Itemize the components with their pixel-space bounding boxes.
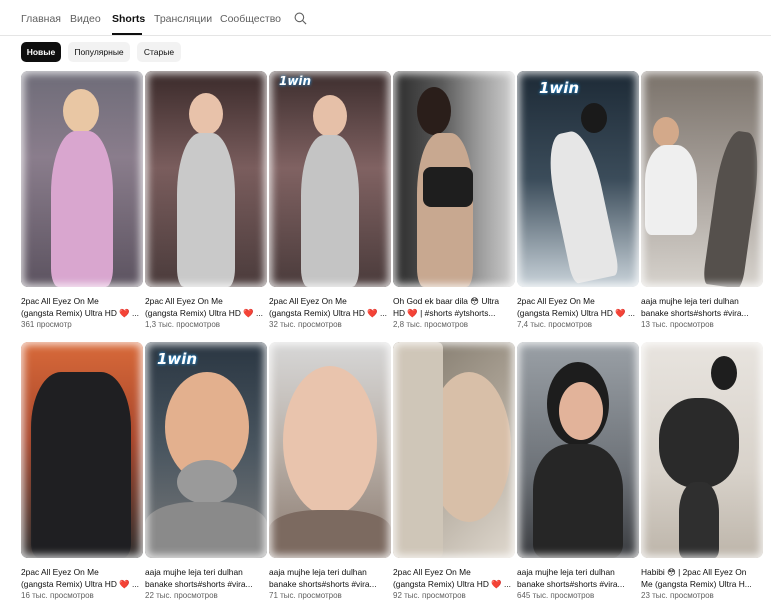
short-views: 1,3 тыс. просмотров <box>145 320 221 329</box>
short-thumbnail[interactable] <box>393 71 515 287</box>
short-title[interactable]: 2pac All Eyez On Me (gangsta Remix) Ultra… <box>517 295 639 319</box>
short-thumbnail[interactable] <box>145 71 267 287</box>
thumbnail-figure <box>559 382 603 440</box>
short-views: 2,8 тыс. просмотров <box>393 320 469 329</box>
short-thumbnail[interactable] <box>517 342 639 558</box>
thumbnail-figure <box>711 356 737 390</box>
short-title[interactable]: Habibi 😳 | 2pac All Eyez On Me (gangsta R… <box>641 566 763 590</box>
chip-newest[interactable]: Новые <box>21 42 61 62</box>
short-thumbnail[interactable]: 1win <box>269 71 391 287</box>
thumbnail-figure <box>417 133 473 287</box>
channel-tabs: Главная Видео Shorts Трансляции Сообщест… <box>0 0 771 36</box>
thumbnail-figure <box>165 372 249 482</box>
thumbnail-figure <box>645 145 697 235</box>
short-title[interactable]: 2pac All Eyez On Me (gangsta Remix) Ultra… <box>269 295 391 319</box>
short-views: 23 тыс. просмотров <box>641 591 714 600</box>
thumbnail-figure <box>51 131 113 287</box>
thumbnail-figure <box>679 482 719 558</box>
thumbnail-figure <box>427 372 511 522</box>
short-thumbnail[interactable] <box>641 342 763 558</box>
tab-videos[interactable]: Видео <box>70 13 101 25</box>
thumbnail-figure <box>541 127 621 285</box>
short-views: 13 тыс. просмотров <box>641 320 714 329</box>
active-tab-indicator <box>112 33 142 35</box>
thumbnail-figure <box>533 444 623 558</box>
short-views: 92 тыс. просмотров <box>393 591 466 600</box>
thumbnail-figure <box>301 135 359 287</box>
short-views: 22 тыс. просмотров <box>145 591 218 600</box>
short-thumbnail[interactable] <box>641 71 763 287</box>
thumbnail-figure <box>547 362 609 446</box>
thumbnail-figure <box>659 398 739 488</box>
thumbnail-figure <box>31 372 131 558</box>
short-title[interactable]: 2pac All Eyez On Me (gangsta Remix) Ultra… <box>21 566 143 590</box>
thumbnail-figure <box>653 117 679 147</box>
brand-logo: 1win <box>279 74 312 88</box>
tab-live[interactable]: Трансляции <box>154 13 212 25</box>
short-views: 32 тыс. просмотров <box>269 320 342 329</box>
short-title[interactable]: 2pac All Eyez On Me (gangsta Remix) Ultra… <box>393 566 515 590</box>
brand-logo: 1win <box>539 79 580 97</box>
short-thumbnail[interactable]: 1win <box>145 342 267 558</box>
short-thumbnail[interactable] <box>393 342 515 558</box>
short-title[interactable]: 2pac All Eyez On Me (gangsta Remix) Ultra… <box>145 295 267 319</box>
tab-shorts[interactable]: Shorts <box>112 13 145 25</box>
short-title[interactable]: aaja mujhe leja teri dulhan banake shorts… <box>641 295 763 319</box>
short-views: 7,4 тыс. просмотров <box>517 320 593 329</box>
thumbnail-figure <box>283 366 377 516</box>
short-views: 16 тыс. просмотров <box>21 591 94 600</box>
search-icon[interactable] <box>294 12 307 25</box>
thumbnail-figure <box>313 95 347 137</box>
short-title[interactable]: aaja mujhe leja teri dulhan banake shorts… <box>269 566 391 590</box>
thumbnail-figure <box>423 167 473 207</box>
thumbnail-figure <box>702 128 763 287</box>
tab-home[interactable]: Главная <box>21 13 61 25</box>
thumbnail-figure <box>393 342 443 558</box>
short-title[interactable]: aaja mujhe leja teri dulhan banake shorts… <box>145 566 267 590</box>
short-thumbnail[interactable]: 1win <box>517 71 639 287</box>
short-thumbnail[interactable] <box>21 71 143 287</box>
thumbnail-figure <box>145 502 267 558</box>
brand-logo: 1win <box>157 350 198 368</box>
thumbnail-figure <box>177 133 235 287</box>
thumbnail-figure <box>581 103 607 133</box>
short-title[interactable]: 2pac All Eyez On Me (gangsta Remix) Ultra… <box>21 295 143 319</box>
short-views: 645 тыс. просмотров <box>517 591 595 600</box>
chip-popular[interactable]: Популярные <box>68 42 130 62</box>
tab-community[interactable]: Сообщество <box>220 13 281 25</box>
chip-oldest[interactable]: Старые <box>137 42 181 62</box>
thumbnail-figure <box>177 460 237 504</box>
thumbnail-figure <box>269 510 391 558</box>
short-views: 71 тыс. просмотров <box>269 591 342 600</box>
short-views: 361 просмотр <box>21 320 72 329</box>
thumbnail-figure <box>417 87 451 135</box>
short-thumbnail[interactable] <box>269 342 391 558</box>
short-title[interactable]: aaja mujhe leja teri dulhan banake shorts… <box>517 566 639 590</box>
short-title[interactable]: Oh God ek baar dila 😳 Ultra HD ❤️ | #shor… <box>393 295 515 319</box>
thumbnail-figure <box>189 93 223 135</box>
thumbnail-figure <box>63 89 99 133</box>
short-thumbnail[interactable] <box>21 342 143 558</box>
